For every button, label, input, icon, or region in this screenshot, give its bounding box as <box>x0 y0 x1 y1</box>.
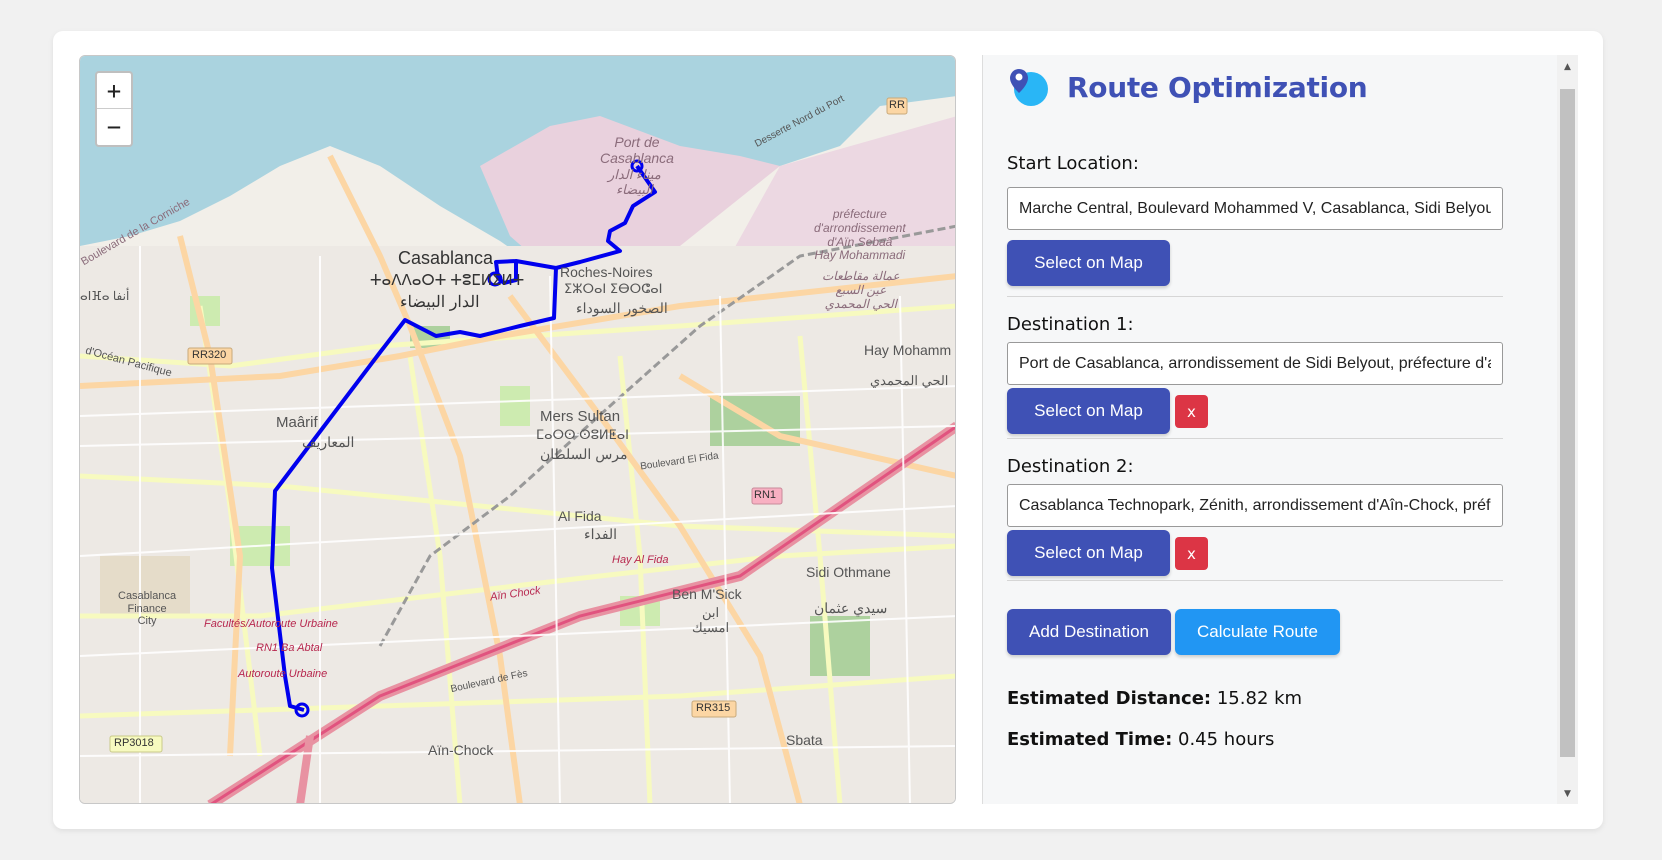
map-label-mers-tifinagh: ⵎⴰⵔⵙ ⵙⵓⵍⵟⴰⵏ <box>536 427 629 442</box>
map-label-ben-msick: Ben M'Sick <box>672 586 742 602</box>
estimated-distance-label: Estimated Distance: <box>1007 688 1212 709</box>
map-label-sbata: Sbata <box>786 732 823 748</box>
destination-2-remove-button[interactable]: x <box>1175 537 1208 570</box>
map-label-port: Port de Casablanca <box>600 134 674 167</box>
destination-1-select-on-map-button[interactable]: Select on Map <box>1007 388 1170 434</box>
map-label-ben-msick-arabic: ابن امسيك <box>692 605 730 635</box>
road-shield-rr315: RR315 <box>696 702 731 714</box>
destination-1-input[interactable] <box>1007 342 1503 385</box>
map-label-mers-arabic: مرس السلطان <box>540 446 628 462</box>
app-card: Casablanca ⵜⴰⴷⴷⴰⵔⵜ ⵜⵓⵎⵍⵉⵍⵜ الدار البيضاء… <box>53 31 1603 829</box>
map-label-ain-chock: Aïn-Chock <box>428 742 494 758</box>
map-label-finance-city: Casablanca Finance City <box>118 590 177 628</box>
map-label-maarif: Maârif <box>276 414 318 431</box>
road-shield-rr: RR <box>889 99 905 111</box>
map-label-al-fida: Al Fida <box>558 508 602 524</box>
estimated-distance-value: 15.82 km <box>1216 688 1303 709</box>
destination-2-select-on-map-button[interactable]: Select on Map <box>1007 530 1170 576</box>
estimated-time: Estimated Time: 0.45 hours <box>1007 729 1274 750</box>
zoom-out-button[interactable]: − <box>97 109 131 145</box>
estimated-time-value: 0.45 hours <box>1178 729 1275 750</box>
map-view[interactable]: Casablanca ⵜⴰⴷⴷⴰⵔⵜ ⵜⵓⵎⵍⵉⵍⵜ الدار البيضاء… <box>79 55 956 804</box>
map-label-facultes: Facultés/Autoroute Urbaine <box>204 618 338 630</box>
map-label-mers-sultan: Mers Sultan <box>540 408 621 425</box>
map-label-casablanca-tifinagh: ⵜⴰⴷⴷⴰⵔⵜ ⵜⵓⵎⵍⵉⵍⵜ <box>370 272 525 289</box>
road-shield-rn1: RN1 <box>754 489 777 501</box>
start-select-on-map-button[interactable]: Select on Map <box>1007 240 1170 286</box>
scroll-thumb[interactable] <box>1560 89 1575 757</box>
map-label-roches-noires: Roches-Noires <box>560 264 653 280</box>
map-label-sidi-othmane-arabic: سيدي عثمان <box>814 600 888 616</box>
map-label-prefecture-arabic: عمالة مقاطعات عين السبع الحي المحمدي <box>822 269 900 311</box>
route-pin-icon <box>1010 69 1048 106</box>
map-label-al-fida-arabic: الفداء <box>584 526 618 542</box>
road-shield-rp3018: RP3018 <box>114 737 154 749</box>
estimated-distance: Estimated Distance: 15.82 km <box>1007 688 1302 709</box>
map-label-port-arabic: ميناء الدار البيضاء <box>608 167 661 197</box>
map-label-sidi-othmane: Sidi Othmane <box>806 564 891 580</box>
map-label-rn1-ba-abtal: RN1 Ba Abtal <box>256 642 323 654</box>
estimated-time-label: Estimated Time: <box>1007 729 1173 750</box>
start-location-label: Start Location: <box>1007 153 1139 174</box>
destination-2-label: Destination 2: <box>1007 456 1134 477</box>
map-label-hay-mohammadi-arabic: الحي المحمدي <box>870 373 949 388</box>
panel-scrollbar[interactable]: ▲ ▼ <box>1557 55 1578 804</box>
destination-2-input[interactable] <box>1007 484 1503 527</box>
add-destination-button[interactable]: Add Destination <box>1007 609 1171 655</box>
divider <box>1007 296 1503 297</box>
map-label-maarif-arabic: المعاريف <box>302 434 355 450</box>
road-shield-rr320: RR320 <box>192 349 227 361</box>
map-label-hay-mohammadi: Hay Mohamm <box>864 342 952 358</box>
route-panel: Route Optimization Start Location: Selec… <box>982 55 1578 804</box>
map-label-casablanca: Casablanca <box>398 248 494 268</box>
scroll-down-arrow[interactable]: ▼ <box>1557 784 1578 804</box>
map-label-hay-al-fida: Hay Al Fida <box>612 554 669 566</box>
destination-1-remove-button[interactable]: x <box>1175 395 1208 428</box>
map-label-roches-arabic: الصخور السوداء <box>576 300 668 316</box>
map-label-autoroute: Autoroute Urbaine <box>238 668 328 680</box>
start-location-input[interactable] <box>1007 187 1503 230</box>
divider <box>1007 438 1503 439</box>
destination-1-label: Destination 1: <box>1007 314 1134 335</box>
map-label-roches-tifinagh: ⵉⵣⵔⴰⵏ ⵉⴱⵔⵛⴰⵏ <box>564 281 663 296</box>
divider <box>1007 580 1503 581</box>
panel-header: Route Optimization <box>1007 65 1368 109</box>
zoom-in-button[interactable]: + <box>97 73 131 109</box>
zoom-control: + − <box>95 71 133 147</box>
map-tiles <box>80 56 955 803</box>
map-label-prefecture: préfecture d'arrondissement d'Aïn Sebaâ … <box>814 207 906 263</box>
scroll-up-arrow[interactable]: ▲ <box>1557 57 1578 77</box>
map-label-casablanca-arabic: الدار البيضاء <box>400 294 480 311</box>
calculate-route-button[interactable]: Calculate Route <box>1175 609 1340 655</box>
page-title: Route Optimization <box>1067 70 1368 104</box>
map-label-anfa: ⴰⵏⴼⴰ أنفا <box>80 289 130 303</box>
